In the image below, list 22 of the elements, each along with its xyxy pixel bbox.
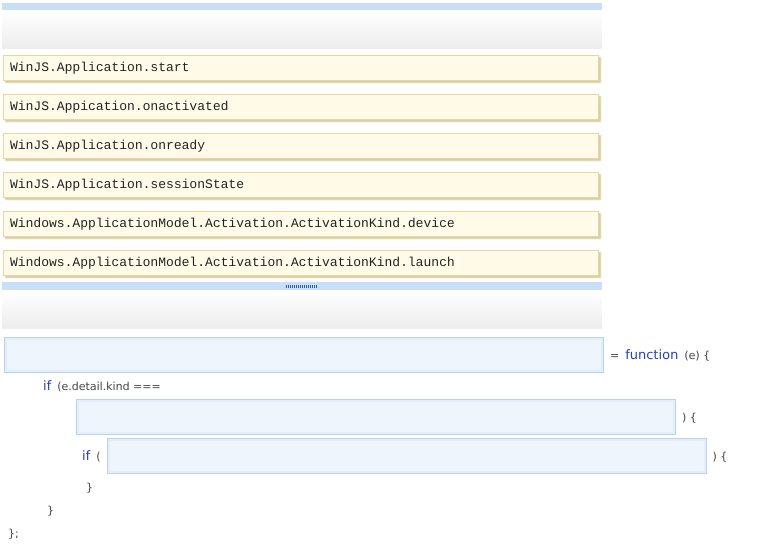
code-text: }: [47, 504, 54, 516]
answer-tile[interactable]: WinJS.Application.start: [3, 55, 599, 81]
drop-target[interactable]: [106, 438, 706, 474]
code-keyword: if: [82, 448, 90, 464]
drop-target[interactable]: [76, 399, 676, 435]
code-text: (e) {: [684, 348, 710, 362]
code-text: }: [86, 480, 93, 494]
code-keyword: function: [625, 348, 678, 362]
code-keyword: if: [43, 378, 52, 394]
answer-tile[interactable]: WinJS.Appication.onactivated: [3, 94, 599, 120]
drop-target[interactable]: [4, 337, 604, 373]
answer-tile[interactable]: WinJS.Application.onready: [3, 133, 599, 159]
code-text: =: [610, 348, 620, 362]
code-text: };: [8, 526, 19, 540]
answer-tile[interactable]: Windows.ApplicationModel.Activation.ActivationKind.launch: [3, 250, 599, 276]
code-text: (: [96, 450, 100, 462]
code-text: ) {: [712, 450, 728, 462]
answer-tile[interactable]: Windows.ApplicationModel.Activation.ActivationKind.device: [3, 211, 599, 237]
grip-icon[interactable]: [286, 284, 318, 288]
code-text: (e.detail.kind ===: [57, 380, 161, 392]
code-text: ) {: [682, 410, 697, 424]
answer-tile[interactable]: WinJS.Application.sessionState: [3, 172, 599, 198]
